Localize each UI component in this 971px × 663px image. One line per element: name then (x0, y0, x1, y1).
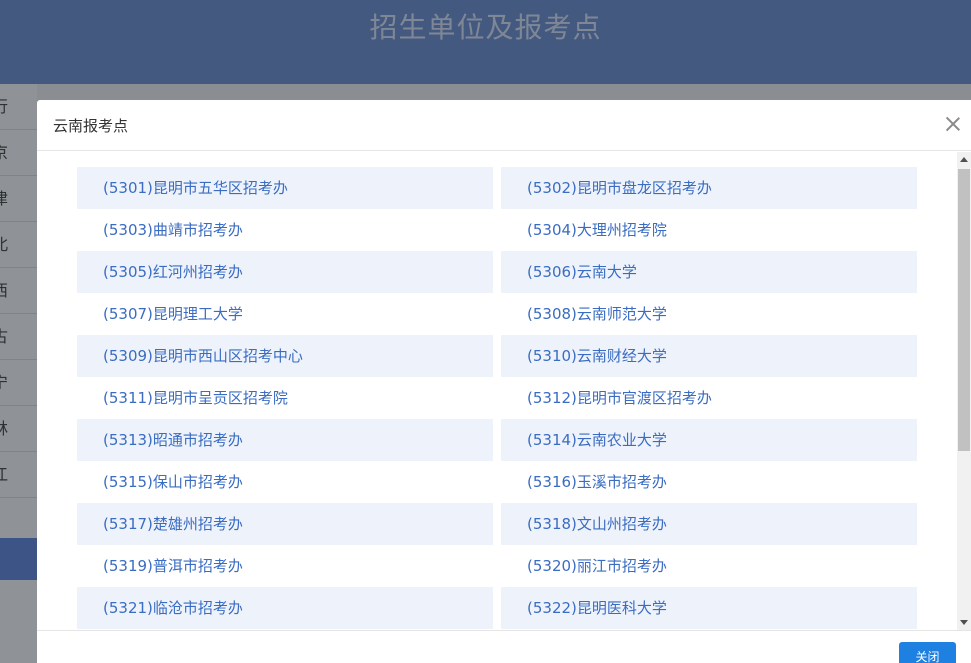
sidebar-item[interactable]: 林 (0, 406, 37, 452)
exam-point-link[interactable]: (5315)保山市招考办 (77, 461, 493, 503)
close-button[interactable]: 关闭 (899, 642, 956, 663)
vertical-scrollbar[interactable] (957, 152, 971, 630)
exam-point-link[interactable]: (5301)昆明市五华区招考办 (77, 167, 493, 209)
modal-footer: 关闭 (37, 630, 971, 663)
sidebar-item-label: 西 (0, 268, 8, 313)
modal-body: (5301)昆明市五华区招考办 (5302)昆明市盘龙区招考办 (5303)曲靖… (37, 152, 971, 630)
sidebar-active-item[interactable] (0, 538, 37, 580)
exam-point-link[interactable]: (5304)大理州招考院 (501, 209, 917, 251)
scroll-up-arrow-icon[interactable] (960, 157, 968, 162)
exam-point-link[interactable]: (5303)曲靖市招考办 (77, 209, 493, 251)
exam-point-modal: 云南报考点 (5301)昆明市五华区招考办 (5302)昆明市盘龙区招考办 (5… (37, 100, 971, 663)
exam-point-link[interactable]: (5309)昆明市西山区招考中心 (77, 335, 493, 377)
exam-point-link[interactable]: (5320)丽江市招考办 (501, 545, 917, 587)
sidebar-item-label: 古 (0, 314, 8, 359)
close-icon[interactable] (943, 114, 963, 134)
exam-point-link[interactable]: (5307)昆明理工大学 (77, 293, 493, 335)
exam-point-link[interactable]: (5314)云南农业大学 (501, 419, 917, 461)
scroll-thumb[interactable] (958, 169, 970, 451)
sidebar-item[interactable]: 行 (0, 84, 37, 130)
page-title: 招生单位及报考点 (369, 11, 602, 44)
sidebar-item[interactable]: 宁 (0, 360, 37, 406)
sidebar-item[interactable]: 津 (0, 176, 37, 222)
exam-point-link[interactable]: (5312)昆明市官渡区招考办 (501, 377, 917, 419)
sidebar-item[interactable]: 北 (0, 222, 37, 268)
exam-point-link[interactable]: (5311)昆明市呈贡区招考院 (77, 377, 493, 419)
sidebar-item-label: 行 (0, 84, 8, 129)
sidebar-item-label: 北 (0, 222, 8, 267)
exam-point-link[interactable]: (5319)普洱市招考办 (77, 545, 493, 587)
exam-point-link[interactable]: (5321)临沧市招考办 (77, 587, 493, 629)
scroll-down-arrow-icon[interactable] (960, 620, 968, 625)
exam-point-link[interactable]: (5322)昆明医科大学 (501, 587, 917, 629)
sidebar-item-label: 津 (0, 176, 8, 221)
sidebar-item-label: 林 (0, 406, 8, 451)
exam-point-link[interactable]: (5306)云南大学 (501, 251, 917, 293)
exam-point-link[interactable]: (5318)文山州招考办 (501, 503, 917, 545)
sidebar-item[interactable]: 古 (0, 314, 37, 360)
sidebar-item[interactable]: 江 (0, 452, 37, 498)
background-sidebar: 行 京 津 北 西 古 宁 林 江 (0, 84, 37, 663)
exam-point-link[interactable]: (5313)昭通市招考办 (77, 419, 493, 461)
modal-header: 云南报考点 (37, 100, 971, 151)
exam-point-link[interactable]: (5310)云南财经大学 (501, 335, 917, 377)
sidebar-item-label: 江 (0, 452, 8, 497)
sidebar-item[interactable]: 西 (0, 268, 37, 314)
modal-title: 云南报考点 (53, 117, 129, 135)
sidebar-item-label: 京 (0, 130, 8, 175)
exam-point-link[interactable]: (5308)云南师范大学 (501, 293, 917, 335)
exam-point-link[interactable]: (5317)楚雄州招考办 (77, 503, 493, 545)
exam-point-link[interactable]: (5305)红河州招考办 (77, 251, 493, 293)
sidebar-item-label: 宁 (0, 360, 8, 405)
exam-point-link[interactable]: (5316)玉溪市招考办 (501, 461, 917, 503)
sidebar-item[interactable]: 京 (0, 130, 37, 176)
page-header: 招生单位及报考点 (0, 0, 971, 84)
exam-point-link[interactable]: (5302)昆明市盘龙区招考办 (501, 167, 917, 209)
